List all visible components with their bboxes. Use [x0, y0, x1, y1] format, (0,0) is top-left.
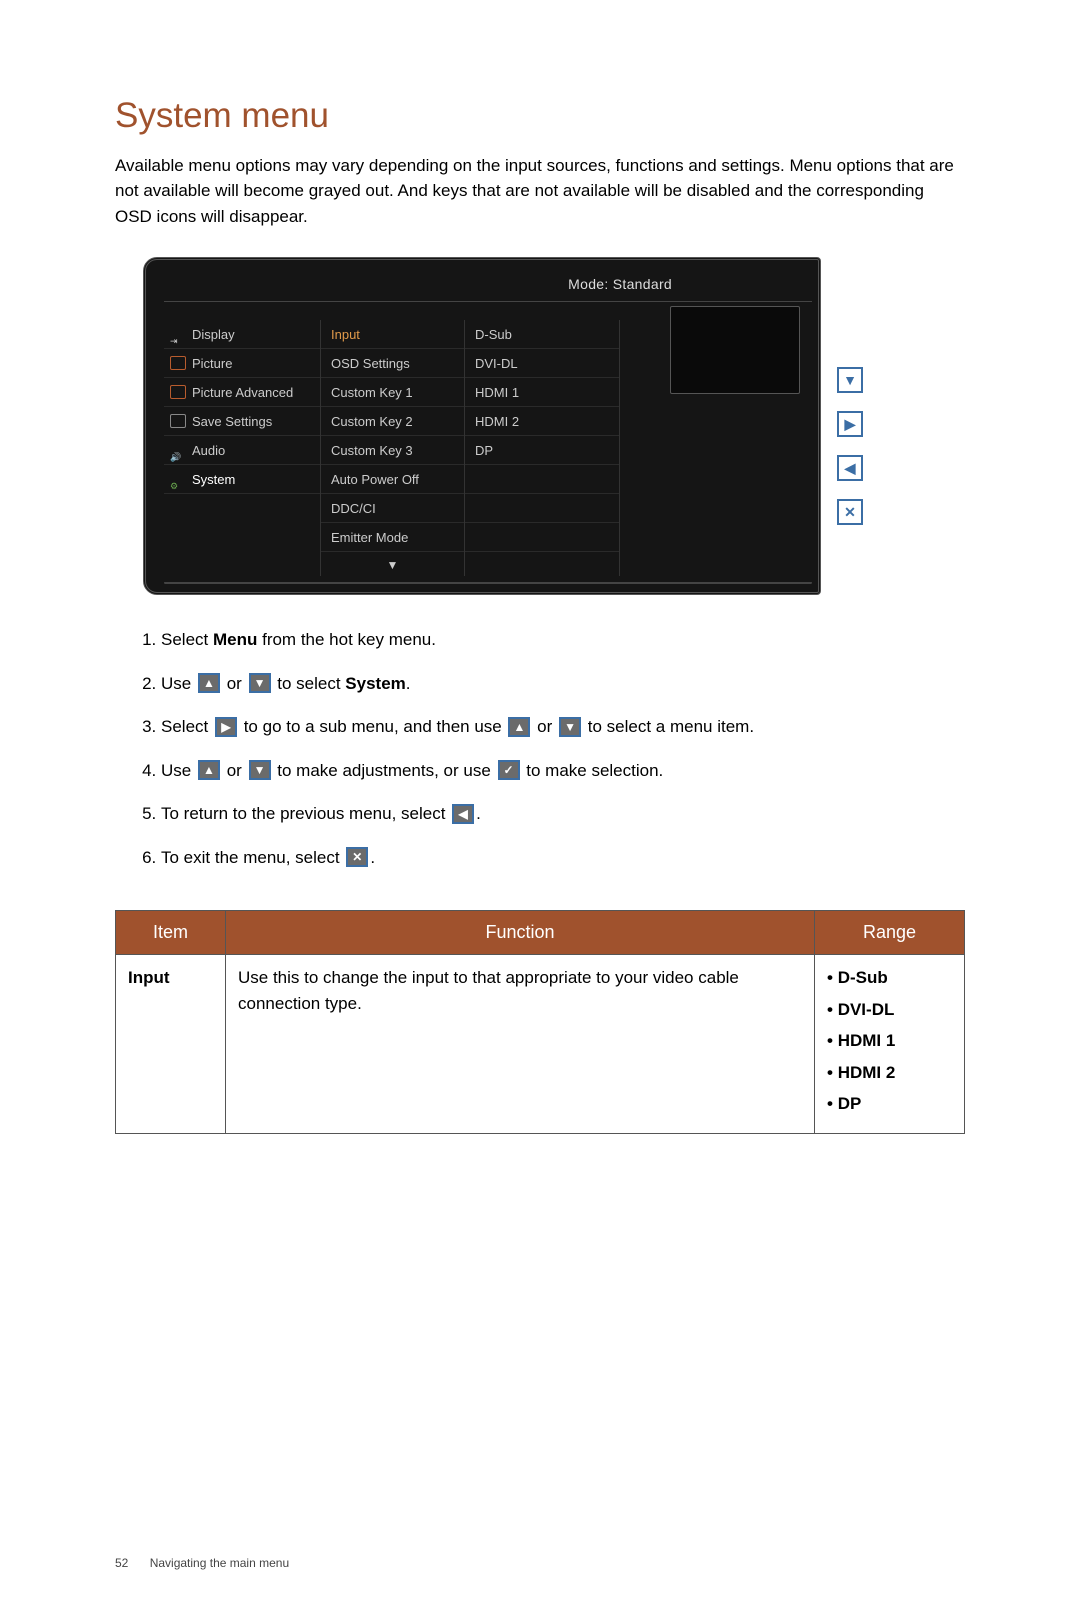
up-icon: ▲ [198, 760, 220, 780]
osd-screenshot: Mode: Standard ⇥Display Picture Picture … [143, 257, 965, 595]
cell-item: Input [116, 955, 226, 1134]
osd-footer [164, 582, 812, 586]
osd-main-menu: ⇥Display Picture Picture Advanced Save S… [164, 320, 320, 576]
picture-icon [170, 356, 186, 370]
side-close-button[interactable]: ✕ [837, 499, 863, 525]
display-icon: ⇥ [170, 327, 186, 341]
down-icon: ▼ [249, 760, 271, 780]
intro-text: Available menu options may vary dependin… [115, 153, 965, 230]
side-left-button[interactable]: ◀ [837, 455, 863, 481]
osd-sub-emitter[interactable]: Emitter Mode [321, 523, 464, 552]
th-item: Item [116, 911, 226, 955]
osd-item-save-settings[interactable]: Save Settings [164, 407, 320, 436]
osd-val-dvidl[interactable]: DVI-DL [465, 349, 619, 378]
page-footer: 52 Navigating the main menu [115, 1554, 965, 1572]
right-icon: ▶ [215, 717, 237, 737]
range-hdmi2: HDMI 2 [827, 1060, 952, 1086]
osd-val-dp[interactable]: DP [465, 436, 619, 465]
down-icon: ▼ [559, 717, 581, 737]
osd-preview-box [670, 306, 800, 394]
instruction-list: Select Menu from the hot key menu. Use ▲… [141, 627, 965, 870]
osd-sub-ck1[interactable]: Custom Key 1 [321, 378, 464, 407]
range-dvidl: DVI-DL [827, 997, 952, 1023]
audio-icon: 🔊 [170, 443, 186, 457]
table-row: Input Use this to change the input to th… [116, 955, 965, 1134]
osd-sub-input[interactable]: Input [321, 320, 464, 349]
page-title: System menu [115, 90, 965, 143]
check-icon: ✓ [498, 760, 520, 780]
osd-sub-menu: Input OSD Settings Custom Key 1 Custom K… [320, 320, 465, 576]
step-4: Use ▲ or ▼ to make adjustments, or use ✓… [161, 758, 965, 784]
up-icon: ▲ [198, 673, 220, 693]
range-dp: DP [827, 1091, 952, 1117]
step-6: To exit the menu, select ✕. [161, 845, 965, 871]
osd-item-picture-advanced[interactable]: Picture Advanced [164, 378, 320, 407]
osd-sub-ddcci[interactable]: DDC/CI [321, 494, 464, 523]
save-icon [170, 414, 186, 428]
osd-val-hdmi1[interactable]: HDMI 1 [465, 378, 619, 407]
osd-item-system[interactable]: ⚙System [164, 465, 320, 494]
range-dsub: D-Sub [827, 965, 952, 991]
close-icon: ✕ [346, 847, 368, 867]
osd-sub-auto-power[interactable]: Auto Power Off [321, 465, 464, 494]
osd-side-buttons: ▼ ▶ ◀ ✕ [837, 367, 863, 525]
step-5: To return to the previous menu, select ◀… [161, 801, 965, 827]
osd-sub-ck3[interactable]: Custom Key 3 [321, 436, 464, 465]
down-icon: ▼ [249, 673, 271, 693]
page-number: 52 [115, 1556, 128, 1570]
step-3: Select ▶ to go to a sub menu, and then u… [161, 714, 965, 740]
th-function: Function [226, 911, 815, 955]
footer-section: Navigating the main menu [150, 1556, 289, 1570]
osd-val-hdmi2[interactable]: HDMI 2 [465, 407, 619, 436]
up-icon: ▲ [508, 717, 530, 737]
th-range: Range [815, 911, 965, 955]
osd-panel: Mode: Standard ⇥Display Picture Picture … [143, 257, 821, 595]
cell-range: D-Sub DVI-DL HDMI 1 HDMI 2 DP [815, 955, 965, 1134]
osd-sub-ck2[interactable]: Custom Key 2 [321, 407, 464, 436]
side-right-button[interactable]: ▶ [837, 411, 863, 437]
step-1: Select Menu from the hot key menu. [161, 627, 965, 653]
system-icon: ⚙ [170, 472, 186, 486]
cell-function: Use this to change the input to that app… [226, 955, 815, 1134]
scroll-down-icon[interactable]: ▼ [321, 552, 464, 576]
osd-item-picture[interactable]: Picture [164, 349, 320, 378]
picture-adv-icon [170, 385, 186, 399]
osd-item-audio[interactable]: 🔊Audio [164, 436, 320, 465]
osd-sub-osd-settings[interactable]: OSD Settings [321, 349, 464, 378]
side-down-button[interactable]: ▼ [837, 367, 863, 393]
step-2: Use ▲ or ▼ to select System. [161, 671, 965, 697]
left-icon: ◀ [452, 804, 474, 824]
osd-value-menu: D-Sub DVI-DL HDMI 1 HDMI 2 DP [465, 320, 620, 576]
range-hdmi1: HDMI 1 [827, 1028, 952, 1054]
osd-val-dsub[interactable]: D-Sub [465, 320, 619, 349]
osd-mode-label: Mode: Standard [164, 266, 812, 302]
spec-table: Item Function Range Input Use this to ch… [115, 910, 965, 1134]
osd-item-display[interactable]: ⇥Display [164, 320, 320, 349]
